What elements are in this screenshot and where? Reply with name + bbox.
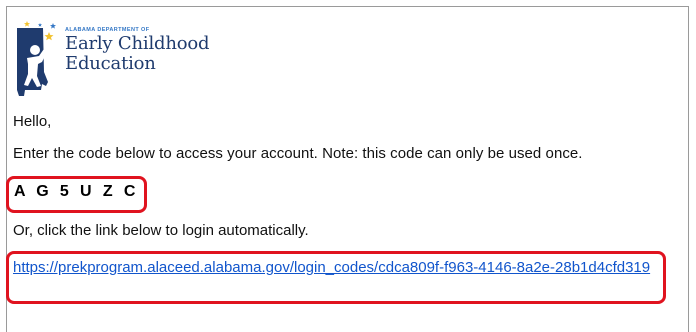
ece-logo: ALABAMA DEPARTMENT OF Early Childhood Ed… <box>13 20 233 100</box>
greeting-text: Hello, <box>13 113 52 130</box>
alabama-state-child-stars-icon <box>17 21 56 96</box>
intro-text: Enter the code below to access your acco… <box>13 145 583 162</box>
logo-wordmark: ALABAMA DEPARTMENT OF Early Childhood Ed… <box>65 27 210 74</box>
alt-instruction-text: Or, click the link below to login automa… <box>13 222 309 239</box>
logo-line-1: Early Childhood <box>65 33 210 54</box>
login-link[interactable]: https://prekprogram.alaceed.alabama.gov/… <box>13 258 658 277</box>
logo-line-2: Education <box>65 53 156 74</box>
login-code: A G 5 U Z C <box>14 183 139 200</box>
